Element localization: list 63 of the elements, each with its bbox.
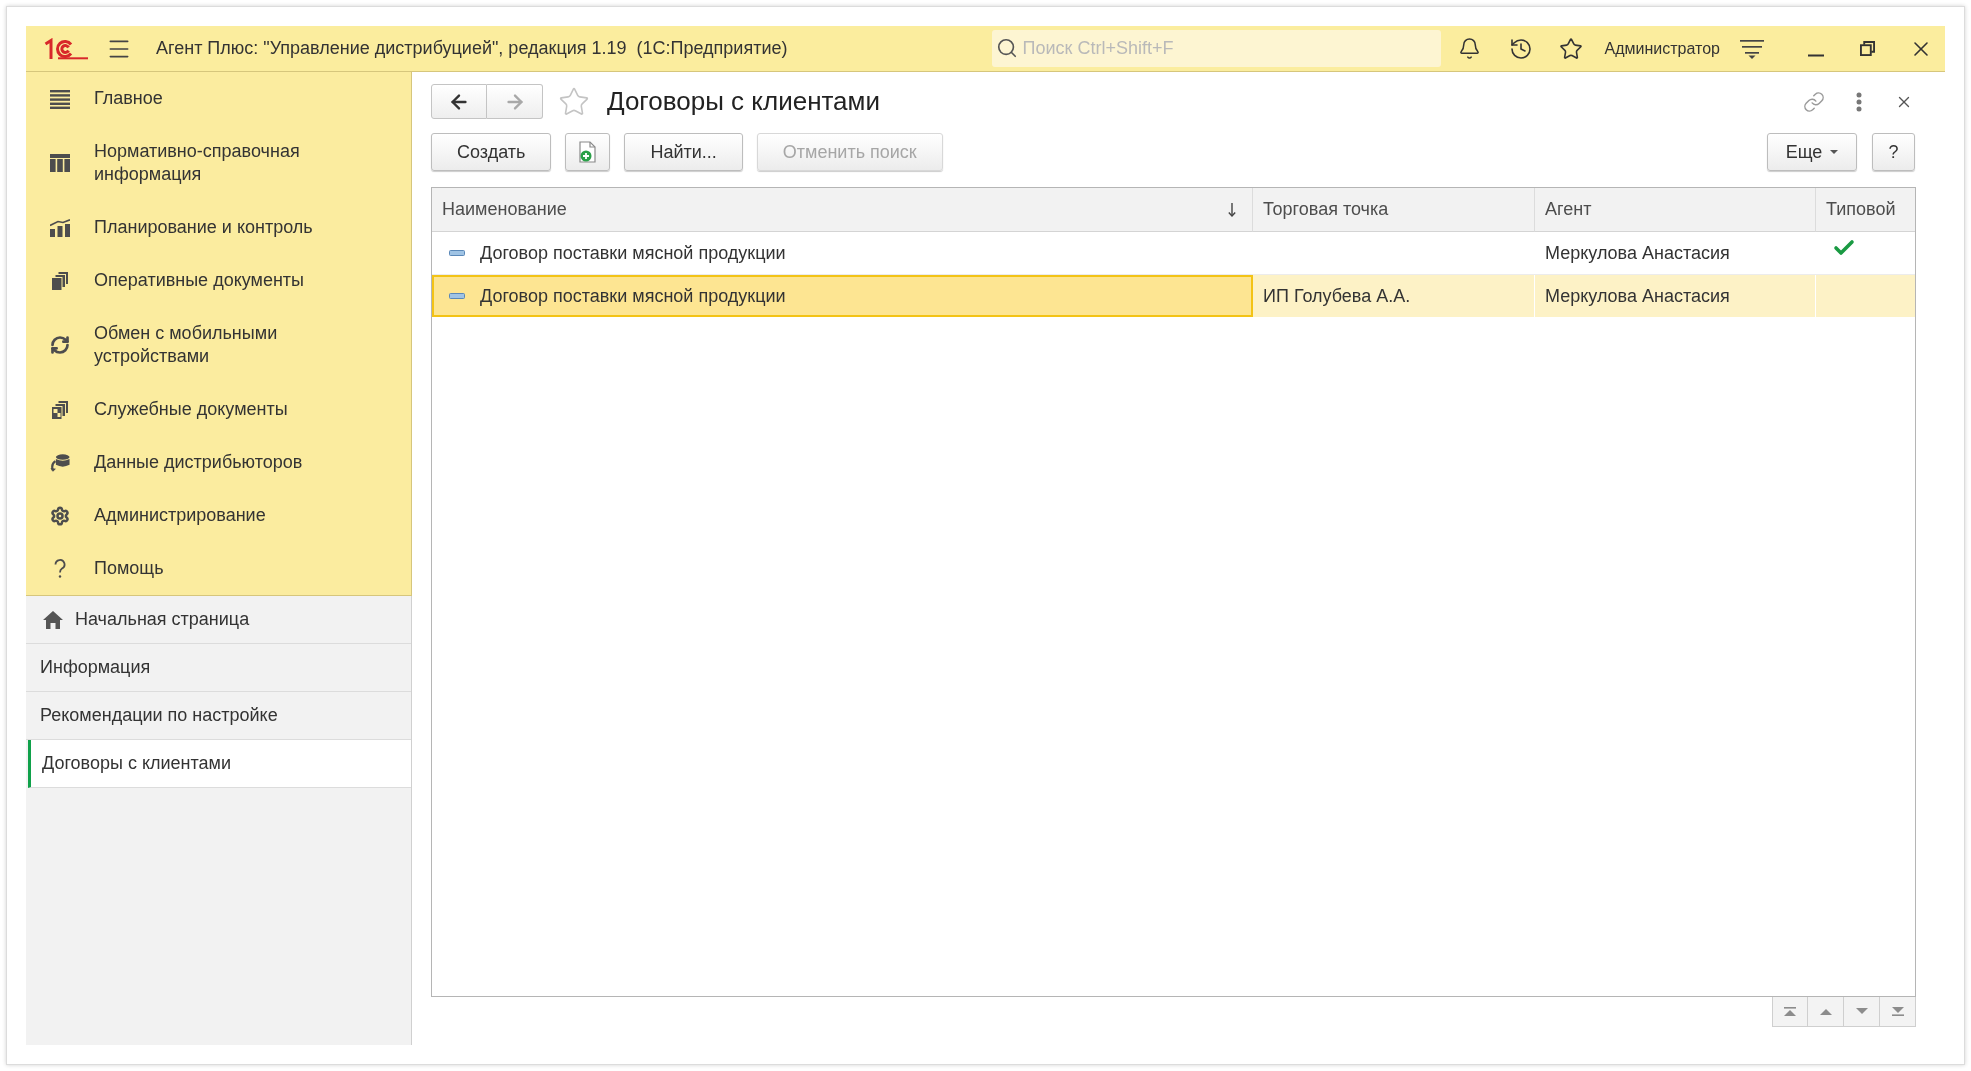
column-header[interactable]: Агент — [1535, 188, 1816, 232]
documents-icon — [50, 399, 70, 420]
sidebar-item[interactable]: Планирование и контроль — [26, 201, 411, 254]
contract-name: Договор поставки мясной продукции — [480, 241, 786, 265]
open-window-tab[interactable]: Договоры с клиентами — [28, 740, 411, 788]
arrow-up-icon — [1819, 1007, 1832, 1016]
favorite-star-icon[interactable] — [558, 85, 590, 118]
arrow-down-icon — [1855, 1007, 1868, 1016]
table-cell-text: ИП Голубева А.А. — [1262, 284, 1411, 308]
sidebar-item[interactable]: Главное — [26, 72, 411, 125]
scroll-down-button[interactable] — [1844, 997, 1880, 1027]
sidebar-item[interactable]: Обмен с мобильными устройствами — [26, 307, 411, 383]
scroll-to-top-button[interactable] — [1772, 997, 1808, 1027]
toolbar-button[interactable]: Найти... — [624, 133, 743, 171]
refresh-icon — [50, 335, 70, 355]
arrow-to-top-icon — [1784, 1007, 1796, 1016]
column-header[interactable]: Наименование — [432, 188, 1253, 232]
form-title: Договоры с клиентами — [607, 85, 880, 118]
sidebar-item[interactable]: Администрирование — [26, 489, 411, 542]
column-header[interactable]: Торговая точка — [1253, 188, 1535, 232]
toolbar-button[interactable]: ? — [1872, 133, 1915, 171]
restore-icon[interactable] — [1860, 41, 1875, 56]
open-window-tab[interactable]: Начальная страница — [26, 596, 411, 644]
database-icon — [50, 452, 70, 473]
open-window-tab[interactable]: Информация — [26, 644, 411, 692]
functions-menu-icon[interactable] — [1740, 38, 1764, 59]
settings-icon — [50, 505, 70, 526]
logo-icon — [44, 37, 88, 60]
scroll-to-bottom-button[interactable] — [1880, 997, 1916, 1027]
sidebar-item[interactable]: Служебные документы — [26, 383, 411, 436]
history-icon[interactable] — [1508, 36, 1533, 61]
sidebar-item[interactable]: Нормативно-справочная информация — [26, 125, 411, 201]
more-button[interactable]: Еще — [1767, 133, 1857, 171]
documents-icon — [50, 270, 70, 291]
bell-icon[interactable] — [1457, 37, 1481, 60]
sidebar-item[interactable]: Данные дистрибьюторов — [26, 436, 411, 489]
toolbar-button[interactable]: Создать — [431, 133, 552, 171]
table-cell-text: Меркулова Анастасия — [1544, 241, 1730, 265]
link-icon[interactable] — [1803, 90, 1825, 113]
search-field[interactable]: Поиск Ctrl+Shift+F — [991, 30, 1441, 67]
list-icon — [50, 88, 70, 109]
window-title: Агент Плюс: "Управление дистрибуцией", редакция 1.19 (1С:Предприятие) — [156, 37, 788, 60]
star-icon[interactable] — [1558, 36, 1583, 61]
table-cell-text: Меркулова Анастасия — [1544, 284, 1730, 308]
home-icon — [43, 610, 63, 629]
sidebar-item[interactable]: Помощь — [26, 542, 411, 595]
item-icon — [449, 250, 465, 256]
sidebar-item[interactable]: Оперативные документы — [26, 254, 411, 307]
grid-icon — [50, 153, 70, 173]
table-row[interactable]: Договор поставки мясной продукции ИП Голубева А.А. Меркулова Анастасия — [432, 275, 1915, 317]
more-icon[interactable] — [1856, 91, 1862, 112]
back-button[interactable] — [431, 84, 487, 119]
scroll-up-button[interactable] — [1808, 997, 1844, 1027]
arrow-to-bottom-icon — [1891, 1007, 1904, 1016]
item-icon — [449, 293, 465, 299]
search-icon — [995, 37, 1018, 59]
bar-chart-icon — [50, 217, 70, 238]
document-add-icon — [578, 141, 597, 163]
column-header[interactable]: Типовой — [1816, 188, 1915, 232]
user-name[interactable]: Администратор — [1604, 36, 1720, 61]
add-document-button[interactable] — [565, 133, 611, 171]
caret-icon — [1830, 150, 1839, 154]
contract-name: Договор поставки мясной продукции — [480, 284, 786, 308]
